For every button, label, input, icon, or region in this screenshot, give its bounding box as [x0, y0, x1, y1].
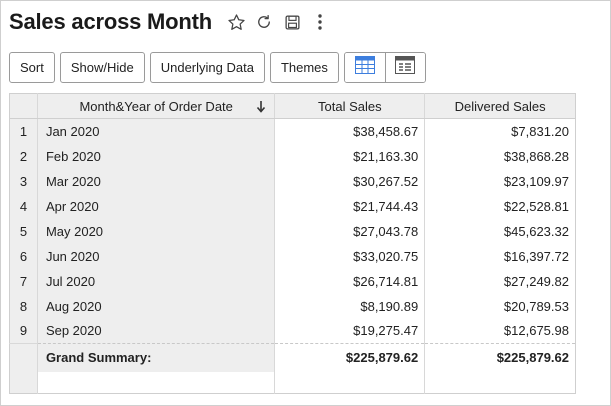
grand-summary-row: Grand Summary: $225,879.62 $225,879.62 — [9, 343, 576, 372]
themes-button[interactable]: Themes — [269, 52, 339, 83]
table-view-icon — [354, 56, 375, 79]
save-icon[interactable] — [282, 12, 302, 32]
table-row: 1 Jan 2020 $38,458.67 $7,831.20 — [9, 118, 576, 144]
table-row: 6 Jun 2020 $33,020.75 $16,397.72 — [9, 243, 576, 269]
month-column-header[interactable]: Month&Year of Order Date — [37, 93, 276, 119]
table-row: 5 May 2020 $27,043.78 $45,623.32 — [9, 218, 576, 244]
report-header: Sales across Month — [9, 7, 330, 37]
table-view-button[interactable] — [344, 53, 385, 82]
total-sales-column-header[interactable]: Total Sales — [274, 93, 426, 119]
refresh-icon[interactable] — [254, 12, 274, 32]
report-title: Sales across Month — [9, 9, 213, 34]
table-row: 4 Apr 2020 $21,744.43 $22,528.81 — [9, 193, 576, 219]
grand-summary-total-sales: $225,879.62 — [274, 343, 426, 372]
sort-descending-icon[interactable] — [256, 100, 266, 116]
grand-summary-delivered-sales: $225,879.62 — [424, 343, 576, 372]
table-row: 2 Feb 2020 $21,163.30 $38,868.28 — [9, 143, 576, 169]
grand-summary-label: Grand Summary: — [37, 343, 276, 372]
star-icon[interactable] — [226, 12, 246, 32]
row-index-header — [9, 93, 38, 119]
show-hide-button[interactable]: Show/Hide — [59, 52, 145, 83]
table-filler-row — [9, 371, 576, 394]
table-row: 7 Jul 2020 $26,714.81 $27,249.82 — [9, 268, 576, 294]
sort-button[interactable]: Sort — [9, 52, 55, 83]
report-window: Sales across Month Sort Show/Hide Underl… — [0, 0, 611, 406]
delivered-sales-column-header[interactable]: Delivered Sales — [424, 93, 576, 119]
summary-view-icon — [395, 56, 416, 79]
more-vertical-icon[interactable] — [310, 12, 330, 32]
header-actions — [226, 12, 330, 32]
table-header-row: Month&Year of Order Date Total Sales Del… — [9, 93, 576, 119]
summary-view-button[interactable] — [384, 53, 425, 82]
table-row: 3 Mar 2020 $30,267.52 $23,109.97 — [9, 168, 576, 194]
view-toggle-group — [343, 52, 426, 83]
pivot-table: Month&Year of Order Date Total Sales Del… — [9, 93, 576, 394]
table-row: 9 Sep 2020 $19,275.47 $12,675.98 — [9, 318, 576, 344]
toolbar: Sort Show/Hide Underlying Data Themes — [9, 52, 426, 83]
underlying-data-button[interactable]: Underlying Data — [149, 52, 265, 83]
table-row: 8 Aug 2020 $8,190.89 $20,789.53 — [9, 293, 576, 319]
